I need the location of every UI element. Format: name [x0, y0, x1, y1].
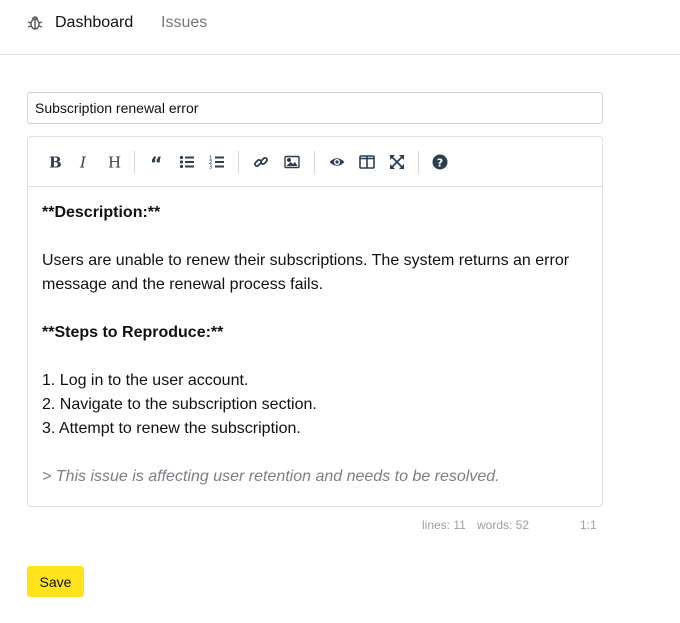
- nav-dashboard-link[interactable]: Dashboard: [55, 14, 133, 32]
- toolbar-separator: [238, 151, 239, 173]
- ordered-list-icon[interactable]: 1 2 3: [204, 149, 230, 175]
- editor-line-steps-heading: **Steps to Reproduce:**: [42, 324, 224, 341]
- unordered-list-icon[interactable]: [174, 149, 200, 175]
- editor-line-description-heading: **Description:**: [42, 204, 161, 221]
- italic-icon[interactable]: I: [71, 149, 97, 175]
- bold-icon[interactable]: B: [41, 149, 67, 175]
- svg-text:B: B: [49, 154, 62, 170]
- link-icon[interactable]: [248, 149, 274, 175]
- editor-line-step-1: 1. Log in to the user account.: [42, 372, 249, 389]
- heading-icon[interactable]: H: [101, 149, 127, 175]
- toolbar-separator: [314, 151, 315, 173]
- editor-toolbar: B I H “ 1 2 3 ?: [28, 137, 602, 187]
- preview-eye-icon[interactable]: [324, 149, 350, 175]
- svg-text:H: H: [108, 154, 121, 170]
- svg-text:3: 3: [209, 165, 212, 171]
- editor-line-blockquote: > This issue is affecting user retention…: [42, 468, 500, 485]
- toolbar-separator: [134, 151, 135, 173]
- side-by-side-icon[interactable]: [354, 149, 380, 175]
- markdown-editor: B I H “ 1 2 3 ? **Description:** Users a…: [27, 136, 603, 507]
- top-navigation: Dashboard Issues: [0, 0, 680, 55]
- toolbar-separator: [418, 151, 419, 173]
- issue-title-input[interactable]: [27, 92, 603, 124]
- quote-icon[interactable]: “: [144, 149, 170, 175]
- svg-text:I: I: [79, 154, 87, 170]
- status-cursor-position: 1:1: [580, 518, 597, 532]
- bug-icon[interactable]: [27, 14, 43, 32]
- editor-line-description-text: Users are unable to renew their subscrip…: [42, 252, 570, 293]
- status-lines-count: lines: 11: [422, 518, 466, 532]
- svg-text:?: ?: [437, 157, 443, 170]
- svg-text:“: “: [150, 154, 163, 170]
- image-icon[interactable]: [279, 149, 305, 175]
- fullscreen-icon[interactable]: [384, 149, 410, 175]
- help-question-icon[interactable]: ?: [427, 149, 453, 175]
- editor-line-step-2: 2. Navigate to the subscription section.: [42, 396, 317, 413]
- status-words-count: words: 52: [477, 518, 530, 532]
- nav-issues-link[interactable]: Issues: [161, 14, 207, 32]
- save-button[interactable]: Save: [27, 566, 84, 597]
- editor-content[interactable]: **Description:** Users are unable to ren…: [28, 187, 602, 489]
- editor-line-step-3: 3. Attempt to renew the subscription.: [42, 420, 301, 437]
